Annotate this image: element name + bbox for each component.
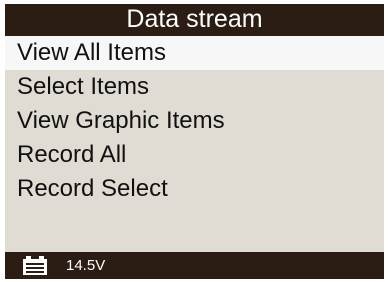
data-stream-menu: View All Items Select Items View Graphic… (5, 36, 384, 206)
battery-voltage: 14.5V (66, 257, 106, 274)
data-stream-screen: Data stream View All Items Select Items … (5, 4, 384, 279)
menu-item-select-items[interactable]: Select Items (5, 70, 384, 104)
menu-item-record-select[interactable]: Record Select (5, 172, 384, 206)
menu-item-view-graphic-items[interactable]: View Graphic Items (5, 104, 384, 138)
status-bar: 14.5V (5, 252, 384, 279)
page-title: Data stream (5, 4, 384, 36)
menu-item-view-all-items[interactable]: View All Items (5, 36, 384, 70)
battery-icon (23, 256, 47, 275)
menu-item-record-all[interactable]: Record All (5, 138, 384, 172)
